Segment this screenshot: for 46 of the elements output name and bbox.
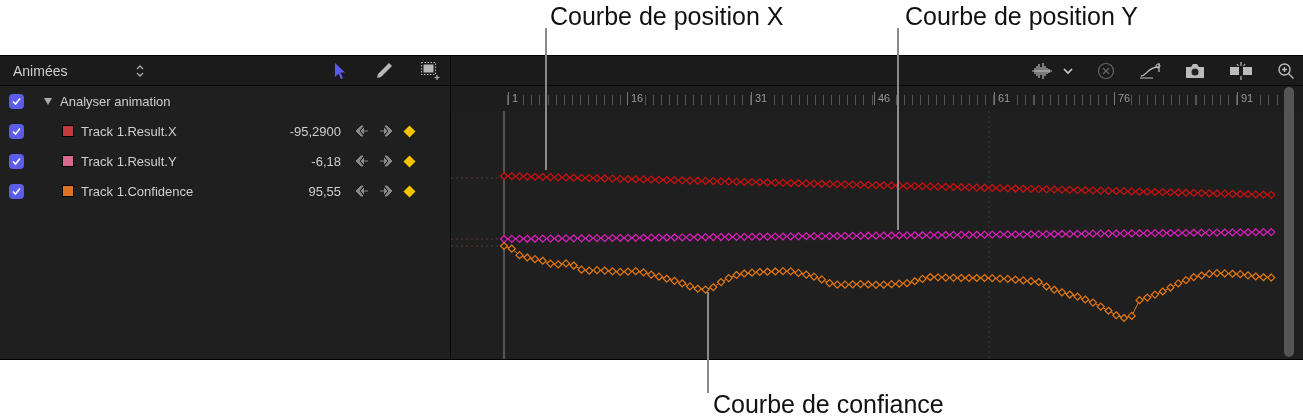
- frame-number: 76: [1114, 92, 1131, 105]
- checkbox[interactable]: [9, 123, 24, 139]
- pencil-tool-icon[interactable]: [374, 60, 394, 81]
- waveform-icon[interactable]: [1031, 61, 1053, 80]
- zoom-icon[interactable]: [1277, 61, 1295, 80]
- frame-number: 16: [627, 92, 644, 105]
- keyframe-curve[interactable]: [499, 171, 1276, 200]
- keyframe-curve[interactable]: [499, 227, 1276, 244]
- close-circle-icon[interactable]: [1097, 61, 1115, 80]
- track-name: Track 1.Result.Y: [81, 153, 178, 169]
- track-value[interactable]: -6,18: [261, 153, 341, 169]
- group-label: Analyser animation: [60, 93, 171, 109]
- camera-icon[interactable]: [1185, 62, 1205, 79]
- keyframe-icon[interactable]: [403, 124, 416, 138]
- disclosure-triangle-icon[interactable]: [43, 96, 53, 106]
- next-keyframe-icon[interactable]: [379, 185, 393, 197]
- track-name: Track 1.Result.X: [81, 123, 178, 139]
- callout-label: Courbe de position Y: [905, 1, 1139, 32]
- callout-label: Courbe de position X: [550, 1, 784, 32]
- checkbox[interactable]: [9, 153, 24, 169]
- chevron-down-icon[interactable]: [1063, 66, 1073, 75]
- keyframe-icon[interactable]: [403, 184, 416, 198]
- frame-number: 31: [751, 92, 768, 105]
- previous-keyframe-icon[interactable]: [355, 185, 369, 197]
- checkbox[interactable]: [9, 93, 24, 109]
- frame-number: 61: [994, 92, 1011, 105]
- previous-keyframe-icon[interactable]: [355, 155, 369, 167]
- stepper-icon: [135, 63, 145, 78]
- frame-number: 46: [874, 92, 891, 105]
- frame-number: 1: [508, 92, 519, 105]
- next-keyframe-icon[interactable]: [379, 125, 393, 137]
- keyframe-icon[interactable]: [403, 154, 416, 168]
- checkbox[interactable]: [9, 183, 24, 199]
- frame-number: 91: [1237, 92, 1254, 105]
- keyframe-curve[interactable]: [499, 241, 1276, 323]
- previous-keyframe-icon[interactable]: [355, 125, 369, 137]
- track-value[interactable]: -95,2900: [261, 123, 341, 139]
- curve-fit-icon[interactable]: [1139, 61, 1161, 80]
- split-icon[interactable]: [1229, 61, 1253, 80]
- track-name: Track 1.Confidence: [81, 183, 195, 199]
- scrollbar[interactable]: [1284, 87, 1294, 357]
- callout-label: Courbe de confiance: [713, 389, 944, 420]
- pointer-tool-icon[interactable]: [332, 61, 348, 80]
- marquee-tool-icon[interactable]: [420, 60, 440, 81]
- track-value[interactable]: 95,55: [261, 183, 341, 199]
- next-keyframe-icon[interactable]: [379, 155, 393, 167]
